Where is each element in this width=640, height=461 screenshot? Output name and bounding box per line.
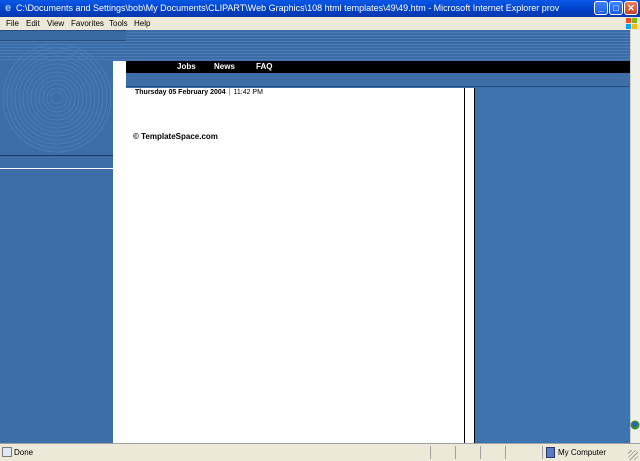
computer-icon	[546, 447, 555, 458]
menu-file[interactable]: File	[6, 17, 19, 30]
vertical-scrollbar[interactable]	[630, 30, 640, 443]
title-bar[interactable]: e C:\Documents and Settings\bob\My Docum…	[0, 0, 640, 17]
copyright-text: © TemplateSpace.com	[133, 132, 218, 141]
browser-window: e C:\Documents and Settings\bob\My Docum…	[0, 0, 640, 461]
menu-favorites[interactable]: Favorites	[71, 17, 104, 30]
windows-logo-icon	[626, 18, 637, 29]
page-icon	[2, 447, 12, 457]
top-navigation: Jobs News FAQ	[126, 61, 630, 73]
web-page: Jobs News FAQ Thursday 05 February 2004 |…	[0, 30, 630, 443]
status-divider	[542, 446, 543, 459]
left-menu-slot	[0, 156, 126, 169]
status-divider	[455, 446, 456, 459]
maximize-button[interactable]: □	[609, 1, 623, 15]
menu-view[interactable]: View	[47, 17, 64, 30]
menu-tools[interactable]: Tools	[109, 17, 128, 30]
status-text: Done	[14, 448, 34, 457]
resize-grip[interactable]	[628, 450, 638, 460]
nav-link-jobs[interactable]: Jobs	[177, 61, 196, 73]
date-time-line: Thursday 05 February 2004 | 11:42 PM	[135, 89, 263, 96]
nav-link-news[interactable]: News	[214, 61, 235, 73]
content-right-border	[464, 88, 475, 443]
internet-explorer-icon: e	[4, 2, 12, 14]
left-top-bar	[0, 30, 126, 41]
security-zone: My Computer	[558, 448, 607, 457]
nav-link-faq[interactable]: FAQ	[256, 61, 272, 73]
right-column	[475, 88, 630, 443]
window-title: C:\Documents and Settings\bob\My Documen…	[16, 3, 560, 13]
main-content: Thursday 05 February 2004 | 11:42 PM © Tem…	[126, 88, 464, 443]
status-divider	[505, 446, 506, 459]
minimize-button[interactable]: _	[594, 1, 608, 15]
status-divider	[480, 446, 481, 459]
date-time-separator: |	[228, 89, 231, 96]
current-date: Thursday 05 February 2004	[135, 89, 226, 96]
menu-help[interactable]: Help	[134, 17, 150, 30]
sub-header-bar	[126, 73, 630, 87]
left-white-strip	[113, 61, 126, 443]
menu-bar: File Edit View Favorites Tools Help	[0, 17, 640, 30]
menu-edit[interactable]: Edit	[26, 17, 40, 30]
status-bar: Done My Computer	[0, 443, 640, 461]
concentric-circles-graphic	[2, 43, 112, 153]
globe-icon	[630, 420, 640, 430]
status-divider	[430, 446, 431, 459]
current-time: 11:42 PM	[233, 89, 263, 96]
close-button[interactable]: ✕	[624, 1, 638, 15]
